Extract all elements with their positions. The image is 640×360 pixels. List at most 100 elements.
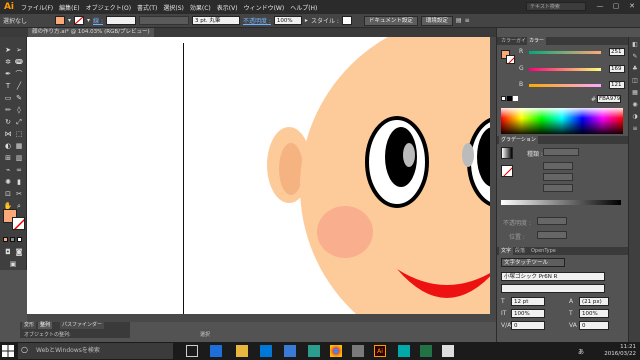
selection-tool-icon[interactable]: ➤	[3, 45, 13, 55]
align-icon[interactable]: ▤	[456, 17, 462, 24]
gradient-opacity-field[interactable]	[537, 217, 567, 225]
chrome-icon[interactable]	[330, 345, 342, 357]
canvas[interactable]	[27, 37, 496, 314]
edge-browser-icon[interactable]	[210, 345, 222, 357]
menu-type[interactable]: 書式(T)	[134, 3, 160, 12]
screen-mode-icon[interactable]: ▣	[8, 259, 18, 269]
font-family-select[interactable]: 小塚ゴシック Pr6N R	[501, 272, 605, 281]
tab-opentype[interactable]: OpenType	[529, 247, 558, 255]
color-mode-button[interactable]	[3, 237, 8, 242]
brush-definition[interactable]: 3 pt. 丸筆	[191, 16, 240, 25]
mesh-tool-icon[interactable]: ⊞	[3, 153, 13, 163]
store-icon[interactable]	[260, 345, 272, 357]
tracking-field[interactable]: 0	[579, 321, 609, 330]
clock[interactable]: 11:21 2016/03/22	[604, 344, 636, 358]
red-slider[interactable]	[529, 51, 601, 54]
none-color-icon[interactable]	[501, 96, 506, 101]
magic-wand-tool-icon[interactable]: ✲	[3, 57, 13, 67]
swatches-icon[interactable]: ▦	[631, 89, 639, 97]
stroke-swatch[interactable]	[74, 16, 85, 25]
green-slider[interactable]	[529, 68, 601, 71]
fill-swatch[interactable]	[55, 16, 66, 25]
app-icon[interactable]	[442, 345, 454, 357]
illustrator-taskbar-icon[interactable]: Ai	[374, 345, 386, 357]
graphic-style-swatch[interactable]	[341, 16, 352, 25]
app-icon[interactable]	[352, 345, 364, 357]
graph-tool-icon[interactable]: ▮	[14, 177, 24, 187]
draw-inside-icon[interactable]: ◙	[14, 247, 24, 257]
type-tool-icon[interactable]: T	[3, 81, 13, 91]
help-search-input[interactable]: テキスト検索	[526, 2, 586, 11]
maximize-button[interactable]: ▢	[610, 1, 622, 11]
eraser-tool-icon[interactable]: ◊	[14, 105, 24, 115]
layers-icon[interactable]: ◧	[631, 41, 639, 49]
graphic-styles-icon[interactable]: ◫	[631, 77, 639, 85]
hex-value[interactable]: FBA979	[597, 95, 621, 103]
gradient-type-select[interactable]	[543, 148, 579, 156]
font-size-field[interactable]: 12 pt	[511, 297, 545, 306]
horizontal-scrollbar[interactable]	[27, 314, 496, 322]
stroke-label[interactable]: 線 :	[93, 16, 103, 25]
tab-transform[interactable]: 変形	[22, 322, 37, 329]
pen-tool-icon[interactable]: ✒	[3, 69, 13, 79]
gradient-mode-button[interactable]	[10, 237, 15, 242]
mail-icon[interactable]	[284, 345, 296, 357]
stroke-icon[interactable]: ≡	[631, 125, 639, 133]
document-setup-button[interactable]: ドキュメント設定	[363, 15, 418, 26]
ime-indicator[interactable]: あ	[578, 347, 584, 356]
menu-window[interactable]: ウィンドウ(W)	[241, 3, 288, 12]
dropdown-arrow-icon[interactable]: ▾	[87, 17, 90, 24]
touch-type-tool-button[interactable]: 文字タッチツール	[501, 258, 565, 267]
black-color-icon[interactable]	[507, 96, 512, 101]
document-tab[interactable]: 顔の作り方.ai* @ 104.03% (RGB/プレビュー)	[28, 28, 154, 37]
symbols-icon[interactable]: ♣	[631, 65, 639, 73]
transparency-icon[interactable]: ◑	[631, 113, 639, 121]
gradient-tool-icon[interactable]: ▥	[14, 153, 24, 163]
brushes-icon[interactable]: ✎	[631, 53, 639, 61]
pencil-tool-icon[interactable]: ✏	[3, 105, 13, 115]
kerning-field[interactable]: 0	[511, 321, 545, 330]
dropdown-arrow-icon[interactable]: ▸	[305, 17, 308, 24]
gradient-angle-field[interactable]	[543, 173, 573, 181]
slice-tool-icon[interactable]: ✂	[14, 189, 24, 199]
gradient-stroke-select[interactable]	[543, 162, 573, 170]
tab-character[interactable]: 文字	[499, 247, 514, 255]
curvature-tool-icon[interactable]: ⌒	[14, 69, 24, 79]
variable-width-profile[interactable]	[138, 16, 189, 25]
tab-gradient[interactable]: グラデーション	[499, 136, 538, 144]
gradient-slider[interactable]	[501, 200, 621, 205]
appearance-icon[interactable]: ◉	[631, 101, 639, 109]
task-view-icon[interactable]	[186, 345, 198, 357]
rotate-tool-icon[interactable]: ↻	[3, 117, 13, 127]
horizontal-scale-field[interactable]: 100%	[579, 309, 609, 318]
symbol-sprayer-tool-icon[interactable]: ✺	[3, 177, 13, 187]
perspective-grid-tool-icon[interactable]: ▦	[14, 141, 24, 151]
none-mode-button[interactable]	[17, 237, 22, 242]
gradient-stroke-swatch[interactable]	[501, 165, 513, 177]
paintbrush-tool-icon[interactable]: ✎	[14, 93, 24, 103]
stroke-weight-field[interactable]	[105, 16, 136, 25]
file-explorer-icon[interactable]	[236, 345, 248, 357]
tab-align[interactable]: 整列	[38, 322, 53, 329]
scale-tool-icon[interactable]: ⤢	[14, 117, 24, 127]
gradient-preview[interactable]	[501, 147, 513, 159]
blend-tool-icon[interactable]: ∞	[14, 165, 24, 175]
artwork-face[interactable]	[27, 37, 496, 314]
menu-view[interactable]: 表示(V)	[214, 3, 241, 12]
leading-field[interactable]: (21 px)	[579, 297, 609, 306]
width-tool-icon[interactable]: ⋈	[3, 129, 13, 139]
panel-menu-icon[interactable]: ≡	[465, 17, 470, 24]
red-value[interactable]: 251	[609, 48, 625, 56]
tab-color[interactable]: カラー	[527, 37, 547, 45]
app-icon[interactable]	[398, 345, 410, 357]
menu-select[interactable]: 選択(S)	[160, 3, 187, 12]
windows-start-icon[interactable]	[2, 345, 14, 357]
direct-selection-tool-icon[interactable]: ➢	[14, 45, 24, 55]
minimize-button[interactable]: —	[594, 1, 606, 11]
draw-mode-icon[interactable]: ◘	[3, 247, 13, 257]
taskbar-search-input[interactable]: WebとWindowsを検索	[18, 343, 173, 359]
opacity-label[interactable]: 不透明度 :	[243, 16, 271, 25]
preferences-button[interactable]: 環境設定	[420, 15, 453, 26]
free-transform-tool-icon[interactable]: ⬚	[14, 129, 24, 139]
blue-slider[interactable]	[529, 84, 601, 87]
